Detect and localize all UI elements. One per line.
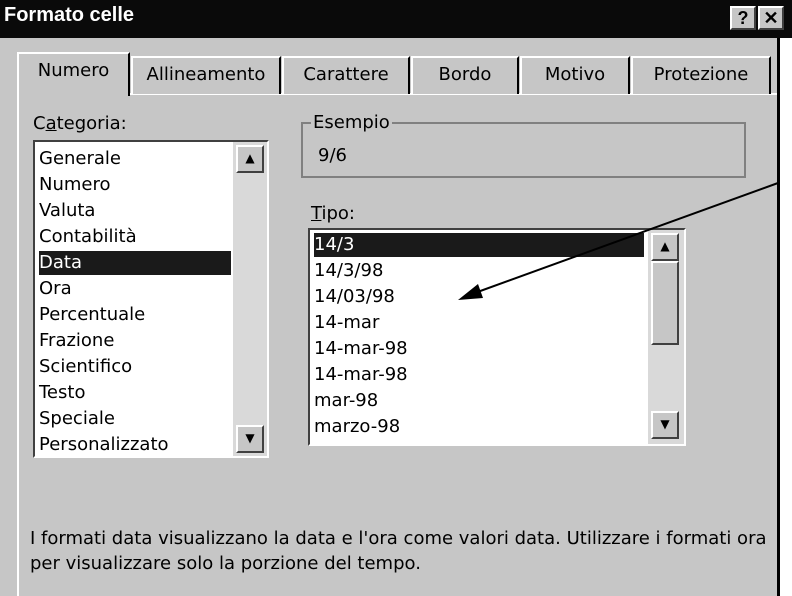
format-description: I formati data visualizzano la data e l'… [30,528,767,574]
tab-numero[interactable]: Numero [17,52,130,96]
format-cells-dialog: Formato celle ? ✕ Numero Allineamento Ca… [0,0,792,596]
